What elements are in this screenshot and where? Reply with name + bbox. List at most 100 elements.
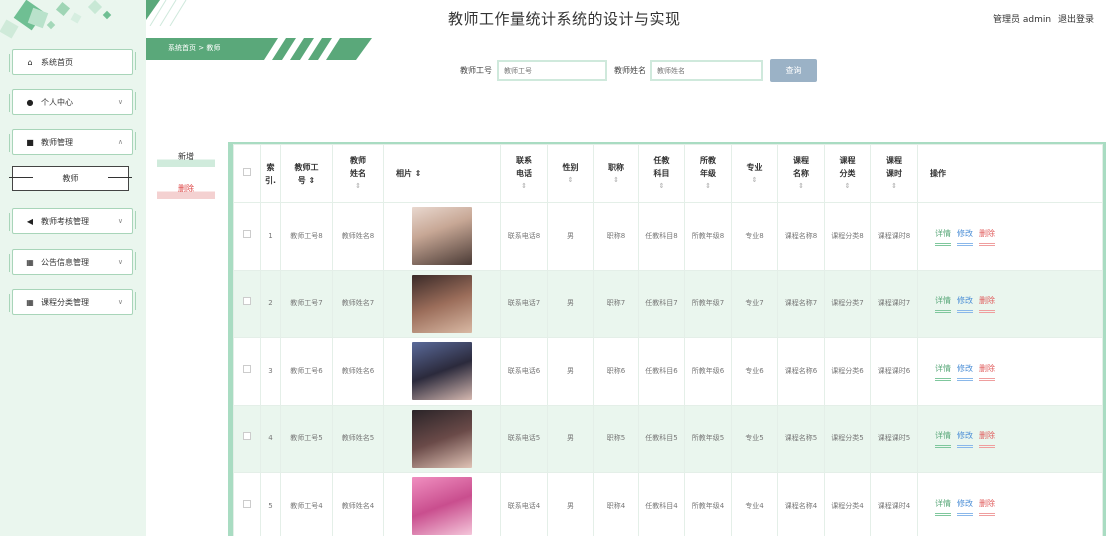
sidebar-item-label: 教师考核管理 bbox=[41, 216, 89, 226]
major-cell: 专业4 bbox=[731, 472, 778, 536]
edit-link[interactable]: 修改 bbox=[957, 362, 973, 381]
sort-icon[interactable]: ⇕ bbox=[778, 180, 824, 193]
hours-cell: 课程课时7 bbox=[870, 269, 918, 338]
column-header[interactable]: 性别 ⇕ bbox=[547, 144, 594, 203]
table-header-row: 索引. 教师工号 ⇕ 教师 姓名 ⇕ 相片 ⇕ 联系 电话 ⇕ 性别 ⇕ 职称 ⇕ 任教 科目… bbox=[233, 144, 1103, 203]
chevron-up-icon: ∧ bbox=[117, 138, 123, 146]
submenu-left-arrow-icon bbox=[9, 177, 33, 178]
edit-link[interactable]: 修改 bbox=[957, 294, 973, 314]
sort-icon[interactable]: ⇕ bbox=[548, 174, 593, 187]
edit-link[interactable]: 修改 bbox=[957, 227, 973, 246]
sidebar-item-label: 课程分类管理 bbox=[41, 297, 89, 307]
title-cell: 职称4 bbox=[593, 472, 639, 536]
checkbox-icon[interactable] bbox=[243, 168, 251, 176]
hours-cell: 课程课时5 bbox=[870, 404, 918, 473]
column-header[interactable]: 课程 名称 ⇕ bbox=[777, 144, 825, 203]
title-cell: 职称5 bbox=[593, 404, 639, 473]
category-cell: 课程分类4 bbox=[824, 472, 871, 536]
home-icon: ⌂ bbox=[27, 57, 33, 67]
delete-link[interactable]: 删除 bbox=[979, 497, 995, 516]
checkbox-icon[interactable] bbox=[243, 229, 251, 238]
sidebar-item-course-category[interactable]: ▦ 课程分类管理 ∨ bbox=[9, 289, 136, 315]
column-header[interactable]: 所教 年级 ⇕ bbox=[684, 144, 732, 203]
sort-icon[interactable]: ⇕ bbox=[501, 180, 547, 193]
row-checkbox-cell[interactable] bbox=[233, 337, 261, 406]
checkbox-icon[interactable] bbox=[243, 432, 251, 441]
category-cell: 课程分类8 bbox=[824, 202, 871, 271]
column-header[interactable]: 联系 电话 ⇕ bbox=[500, 144, 548, 203]
checkbox-icon[interactable] bbox=[243, 499, 251, 508]
edit-link[interactable]: 修改 bbox=[957, 497, 973, 516]
column-header[interactable]: 相片 ⇕ bbox=[383, 144, 501, 203]
column-header[interactable]: 课程 课时 ⇕ bbox=[870, 144, 918, 203]
sidebar-item-teacher-management[interactable]: ■ 教师管理 ∧ bbox=[9, 129, 136, 155]
row-checkbox-cell[interactable] bbox=[233, 472, 261, 536]
detail-link[interactable]: 详情 bbox=[935, 227, 951, 246]
name-cell: 教师姓名6 bbox=[332, 337, 384, 406]
user-icon: ● bbox=[26, 97, 34, 107]
teacher-table: 索引. 教师工号 ⇕ 教师 姓名 ⇕ 相片 ⇕ 联系 电话 ⇕ 性别 ⇕ 职称 ⇕ 任教 科目… bbox=[228, 142, 1106, 536]
edit-link[interactable]: 修改 bbox=[957, 429, 973, 449]
delete-link[interactable]: 删除 bbox=[979, 429, 995, 449]
detail-link[interactable]: 详情 bbox=[935, 362, 951, 381]
delete-link[interactable]: 删除 bbox=[979, 227, 995, 246]
teacher-id-input[interactable] bbox=[497, 60, 607, 81]
select-all-checkbox[interactable] bbox=[233, 144, 261, 203]
sort-icon[interactable]: ⇕ bbox=[594, 174, 638, 187]
major-cell: 专业7 bbox=[731, 269, 778, 338]
sort-icon[interactable]: ⇕ bbox=[639, 180, 684, 193]
sidebar-item-personal-center[interactable]: ● 个人中心 ∨ bbox=[9, 89, 136, 115]
grid-icon: ▦ bbox=[26, 257, 34, 267]
sidebar-item-notice-management[interactable]: ▦ 公告信息管理 ∨ bbox=[9, 249, 136, 275]
sort-icon[interactable]: ⇕ bbox=[825, 180, 870, 193]
submenu-item-teacher[interactable]: 教师 bbox=[9, 166, 132, 191]
hours-cell: 课程课时8 bbox=[870, 202, 918, 271]
sort-icon[interactable]: ⇕ bbox=[685, 180, 731, 193]
detail-link[interactable]: 详情 bbox=[935, 294, 951, 314]
photo-cell bbox=[383, 404, 501, 473]
add-button[interactable]: 新增 bbox=[157, 150, 215, 167]
subject-cell: 任教科目4 bbox=[638, 472, 685, 536]
teacher-icon: ■ bbox=[26, 137, 34, 147]
row-checkbox-cell[interactable] bbox=[233, 404, 261, 473]
column-header[interactable]: 教师 姓名 ⇕ bbox=[332, 144, 384, 203]
send-icon: ◀ bbox=[26, 216, 34, 226]
operations-cell: 详情 修改 删除 bbox=[917, 404, 1103, 473]
column-header[interactable]: 职称 ⇕ bbox=[593, 144, 639, 203]
teacher-name-input[interactable] bbox=[650, 60, 763, 81]
sidebar-item-home[interactable]: ⌂ 系统首页 bbox=[9, 49, 136, 75]
major-cell: 专业5 bbox=[731, 404, 778, 473]
logout-link[interactable]: 退出登录 bbox=[1058, 15, 1094, 25]
sidebar-item-teacher-assessment[interactable]: ◀ 教师考核管理 ∨ bbox=[9, 208, 136, 234]
teacher-name-label: 教师姓名 bbox=[614, 66, 646, 75]
phone-cell: 联系电话4 bbox=[500, 472, 548, 536]
delete-link[interactable]: 删除 bbox=[979, 362, 995, 381]
column-header[interactable]: 任教 科目 ⇕ bbox=[638, 144, 685, 203]
sort-icon[interactable]: ⇕ bbox=[871, 180, 917, 193]
subject-cell: 任教科目6 bbox=[638, 337, 685, 406]
row-checkbox-cell[interactable] bbox=[233, 202, 261, 271]
detail-link[interactable]: 详情 bbox=[935, 429, 951, 449]
sort-icon[interactable]: ⇕ bbox=[732, 174, 777, 187]
course-cell: 课程名称7 bbox=[777, 269, 825, 338]
teacher-photo bbox=[412, 207, 472, 266]
index-cell: 3 bbox=[260, 337, 281, 406]
grid-icon: ▦ bbox=[26, 297, 34, 307]
column-header[interactable]: 课程 分类 ⇕ bbox=[824, 144, 871, 203]
batch-delete-button[interactable]: 删除 bbox=[157, 180, 215, 199]
hours-cell: 课程课时6 bbox=[870, 337, 918, 406]
header-stripes-decoration bbox=[146, 0, 187, 26]
index-cell: 5 bbox=[260, 472, 281, 536]
user-label: 管理员 admin bbox=[993, 15, 1052, 25]
row-checkbox-cell[interactable] bbox=[233, 269, 261, 338]
teacher-photo bbox=[412, 409, 472, 468]
column-header[interactable]: 专业 ⇕ bbox=[731, 144, 778, 203]
phone-cell: 联系电话5 bbox=[500, 404, 548, 473]
detail-link[interactable]: 详情 bbox=[935, 497, 951, 516]
checkbox-icon[interactable] bbox=[243, 364, 251, 373]
search-button[interactable]: 查询 bbox=[770, 59, 817, 82]
checkbox-icon[interactable] bbox=[243, 297, 251, 306]
column-header[interactable]: 教师工号 ⇕ bbox=[280, 144, 333, 203]
sort-icon[interactable]: ⇕ bbox=[333, 180, 383, 193]
delete-link[interactable]: 删除 bbox=[979, 294, 995, 314]
